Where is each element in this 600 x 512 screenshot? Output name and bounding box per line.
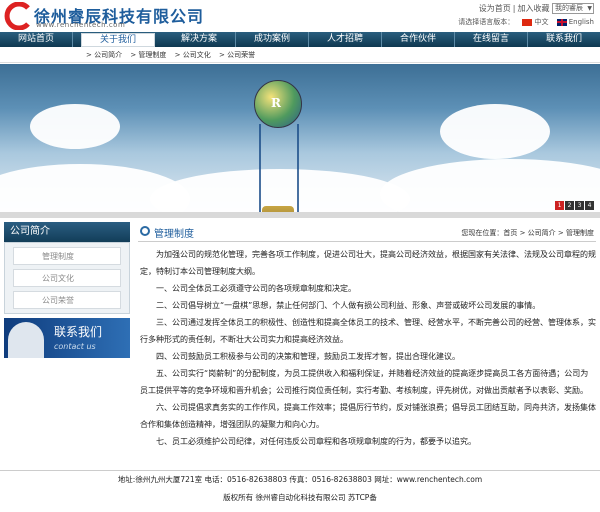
language-prompt: 请选择语言版本： [458, 18, 515, 26]
language-switcher: 请选择语言版本： 中文 English [458, 17, 594, 27]
footer-copyright: 版权所有 徐州睿自动化科技有限公司 苏TCP备 [223, 493, 377, 502]
subnav-rules[interactable]: > 管理制度 [130, 51, 166, 59]
nav-item-contact[interactable]: 联系我们 [528, 32, 600, 47]
subnav-profile[interactable]: > 公司简介 [86, 51, 122, 59]
paragraph: 三、公司通过发挥全体员工的积极性、创造性和提高全体员工的技术、管理、经营水平，不… [140, 318, 596, 344]
nav-item-message[interactable]: 在线留言 [455, 32, 528, 47]
pager-button-2[interactable]: 2 [565, 201, 574, 210]
nav-item-home[interactable]: 网站首页 [0, 32, 73, 47]
paragraph: 六、公司提倡求真务实的工作作风，提高工作效率；提倡厉行节约，反对铺张浪费；倡导员… [140, 403, 596, 429]
nav-item-about[interactable]: 关于我们 [81, 33, 155, 47]
banner-pager: 1 2 3 4 [555, 201, 594, 210]
sub-nav: > 公司简介 > 管理制度 > 公司文化 > 公司荣誉 [0, 47, 600, 63]
pager-button-3[interactable]: 3 [575, 201, 584, 210]
paragraph: 二、公司倡导树立“一盘棋”思想，禁止任何部门、个人做有损公司利益、形象、声誉或破… [156, 301, 541, 310]
subnav-culture[interactable]: > 公司文化 [175, 51, 211, 59]
nav-item-jobs[interactable]: 人才招聘 [309, 32, 382, 47]
top-links: 设为首页 | 加入收藏 我的睿辰 ▼ [478, 3, 594, 14]
company-url: www.renchentech.com [36, 21, 126, 29]
balloon-letter: R [271, 96, 281, 110]
sidebar-menu: 管理制度 公司文化 公司荣誉 [4, 242, 130, 314]
contact-title-en: contact us [54, 342, 96, 351]
paragraph: 五、公司实行“岗薪制”的分配制度，为员工提供收入和福利保证，并随着经济效益的提高… [140, 369, 589, 395]
balloon-ropes [259, 124, 299, 212]
uk-flag-icon[interactable] [556, 18, 567, 26]
site-header: 徐州睿辰科技有限公司 www.renchentech.com 设为首页 | 加入收藏… [0, 0, 600, 32]
nav-item-solutions[interactable]: 解决方案 [163, 32, 236, 47]
paragraph: 四、公司鼓励员工积极参与公司的决策和管理，鼓励员工发挥才智，提出合理化建议。 [156, 352, 460, 361]
paragraph: 为加强公司的规范化管理，完善各项工作制度，促进公司壮大，提高公司经济效益，根据国… [140, 250, 596, 276]
pager-button-1[interactable]: 1 [555, 201, 564, 210]
lang-cn-link[interactable]: 中文 [534, 18, 548, 26]
lang-en-link[interactable]: English [569, 18, 594, 26]
cloud-shape [30, 104, 120, 149]
contact-us-banner[interactable]: 联系我们 contact us [4, 318, 130, 358]
page-title: 管理制度 [154, 229, 194, 240]
china-flag-icon[interactable] [522, 18, 533, 26]
sidebar-item-rules[interactable]: 管理制度 [13, 247, 121, 265]
nav-item-partners[interactable]: 合作伙伴 [382, 32, 455, 47]
staff-avatar-icon [8, 322, 44, 358]
paragraph: 七、员工必须维护公司纪律，对任何违反公司章程和各项规章制度的行为，都要予以追究。 [156, 437, 476, 446]
sidebar-title: 公司简介 [4, 222, 130, 242]
nav-item-cases[interactable]: 成功案例 [236, 32, 309, 47]
chevron-down-icon: ▼ [587, 5, 592, 12]
footer-address: 地址:徐州九州大厦721室 电话：0516-82638803 传真：0516-8… [117, 475, 483, 484]
site-footer: 地址:徐州九州大厦721室 电话：0516-82638803 传真：0516-8… [0, 470, 600, 512]
pager-button-4[interactable]: 4 [585, 201, 594, 210]
content-header: 管理制度 您现在位置：首页 > 公司简介 > 管理制度 [138, 222, 596, 242]
article-body: 为加强公司的规范化管理，完善各项工作制度，促进公司壮大，提高公司经济效益，根据国… [140, 246, 596, 450]
hero-banner: R 1 2 3 4 [0, 64, 600, 212]
main-nav: 网站首页 关于我们 解决方案 成功案例 人才招聘 合作伙伴 在线留言 联系我们 [0, 32, 600, 47]
circle-bullet-icon [140, 226, 150, 236]
contact-title-cn: 联系我们 [54, 325, 103, 339]
sidebar-item-culture[interactable]: 公司文化 [13, 269, 121, 287]
add-favorite-link[interactable]: 加入收藏 [517, 4, 549, 13]
site-select[interactable]: 我的睿辰 ▼ [552, 3, 594, 14]
site-select-value: 我的睿辰 [555, 4, 583, 12]
company-logo-icon[interactable] [4, 2, 34, 30]
sidebar-item-honors[interactable]: 公司荣誉 [13, 291, 121, 309]
cloud-shape [440, 104, 550, 159]
breadcrumb: 您现在位置：首页 > 公司简介 > 管理制度 [461, 229, 594, 237]
set-homepage-link[interactable]: 设为首页 [479, 4, 511, 13]
paragraph: 一、公司全体员工必须遵守公司的各项规章制度和决定。 [156, 284, 356, 293]
subnav-honors[interactable]: > 公司荣誉 [219, 51, 255, 59]
divider-band [0, 212, 600, 218]
